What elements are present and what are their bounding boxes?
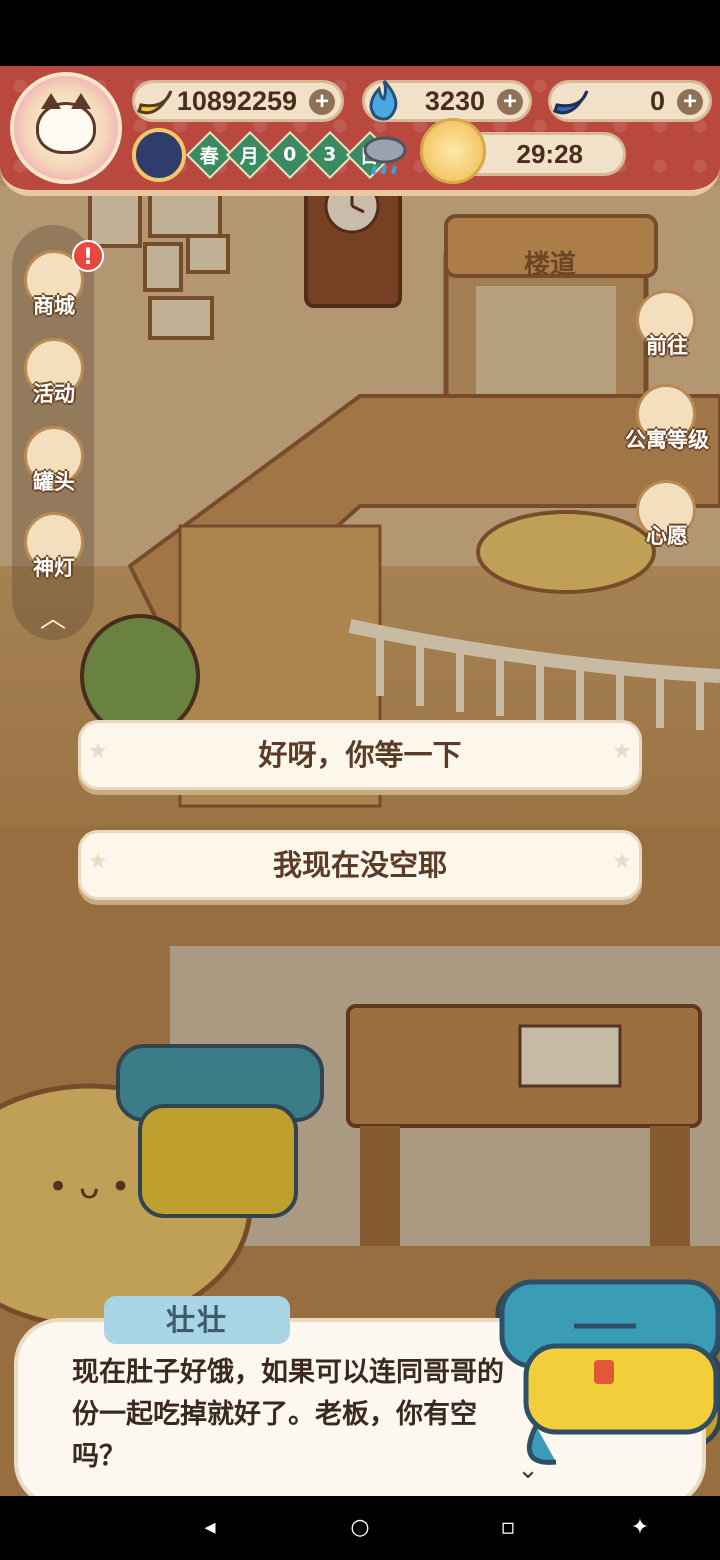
season-date-row: 春 月 0 3 日: [132, 128, 395, 182]
menu-shop[interactable]: 商城 !: [16, 240, 104, 330]
star-icon: ★: [612, 849, 632, 874]
avatar-cat: [36, 93, 96, 154]
chevron-up-icon[interactable]: ︿: [36, 598, 70, 634]
recents-icon[interactable]: ▫: [486, 1506, 530, 1550]
menu-shop-label: 商城: [33, 294, 75, 318]
accessibility-icon[interactable]: ✦: [618, 1506, 662, 1550]
blue-banana-counter[interactable]: 0 +: [548, 80, 712, 122]
alert-badge: !: [72, 240, 104, 272]
blue-flame-value: 3230: [424, 85, 485, 116]
day-night-clock-icon: [132, 128, 186, 182]
menu-go-to-label: 前往: [646, 334, 688, 358]
home-icon[interactable]: ○: [338, 1506, 382, 1550]
star-icon: ★: [88, 739, 108, 764]
dialog-text: 现在肚子好饿，如果可以连同哥哥的份一起吃掉就好了。老板，你有空吗？: [72, 1357, 504, 1472]
menu-apartment-level-label: 公寓等级: [625, 428, 709, 452]
blue-flame-counter[interactable]: 3230 +: [362, 79, 532, 122]
choice-decline-button[interactable]: ★ 我现在没空耶 ★: [78, 830, 642, 900]
blue-banana-icon: [553, 90, 589, 115]
menu-events-label: 活动: [33, 382, 75, 406]
menu-go-to[interactable]: 前往: [612, 290, 720, 370]
cat-avatar-icon[interactable]: [10, 72, 122, 184]
corridor-sign: 楼道: [523, 250, 576, 280]
star-icon: ★: [88, 849, 108, 874]
choice-decline-label: 我现在没空耶: [272, 848, 447, 882]
star-icon: ★: [612, 739, 632, 764]
back-icon[interactable]: ◂: [188, 1506, 232, 1550]
choice-accept-button[interactable]: ★ 好呀，你等一下 ★: [78, 720, 642, 790]
blue-flame-icon: [369, 79, 398, 121]
add-banana-plus-icon[interactable]: +: [309, 89, 335, 115]
menu-magic-lamp[interactable]: 神灯: [16, 512, 92, 592]
blue-banana-value: 0: [649, 85, 665, 116]
status-bar: [0, 0, 720, 66]
menu-events[interactable]: 活动: [16, 338, 92, 418]
choice-accept-label: 好呀，你等一下: [258, 738, 462, 772]
banana-icon: [137, 90, 173, 115]
menu-wishes[interactable]: 心愿: [612, 480, 720, 560]
menu-magic-lamp-label: 神灯: [33, 556, 75, 580]
add-blue-banana-plus-icon[interactable]: +: [677, 89, 703, 115]
menu-apartment-level[interactable]: 公寓等级: [612, 384, 720, 464]
menu-cans-label: 罐头: [33, 470, 75, 494]
rain-cloud-icon: [363, 136, 407, 175]
food-plate-icon[interactable]: [420, 118, 486, 184]
menu-wishes-label: 心愿: [646, 524, 688, 548]
banana-value: 10892259: [176, 85, 297, 116]
add-flame-plus-icon[interactable]: +: [497, 89, 523, 115]
banana-counter[interactable]: 10892259 +: [132, 80, 344, 122]
speaker-name-tag: 壮壮: [104, 1296, 290, 1344]
whale-character: [499, 1279, 720, 1465]
system-nav-bar: ◂ ○ ▫ ✦: [0, 1496, 720, 1560]
menu-cans[interactable]: 罐头: [16, 426, 92, 506]
